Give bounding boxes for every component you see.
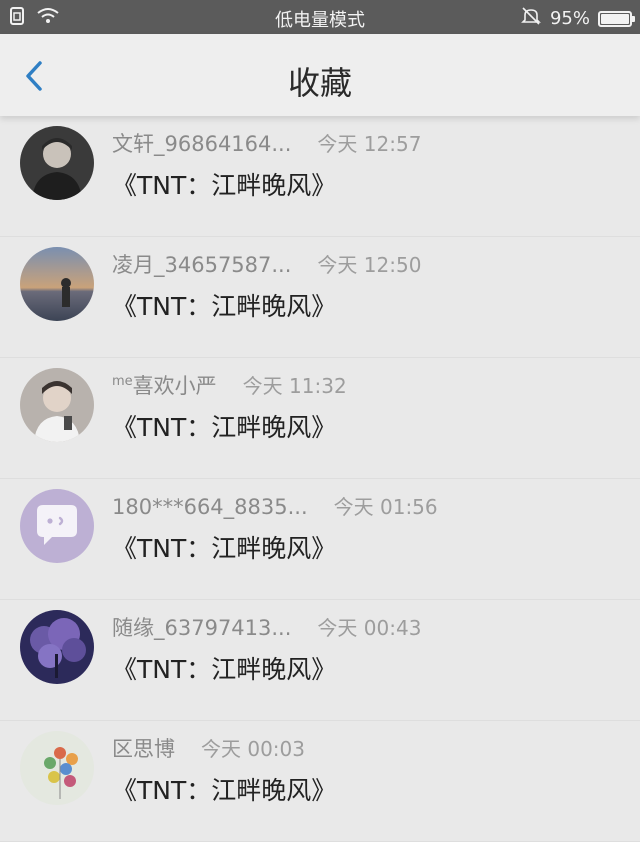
list-item[interactable]: me喜欢小严 今天 11:32 《TNT：江畔晚风》 bbox=[0, 358, 640, 479]
avatar[interactable] bbox=[20, 126, 94, 200]
timestamp: 今天 12:50 bbox=[317, 253, 422, 277]
user-name: 文轩_96864164... bbox=[112, 132, 292, 156]
user-name-text: 喜欢小严 bbox=[132, 374, 217, 398]
meta-row: 区思博 今天 00:03 bbox=[112, 733, 305, 763]
timestamp: 今天 00:03 bbox=[201, 737, 305, 761]
list-item[interactable]: 文轩_96864164... 今天 12:57 《TNT：江畔晚风》 bbox=[0, 116, 640, 237]
bell-muted-icon bbox=[520, 5, 542, 32]
favorite-title: 《TNT：江畔晚风》 bbox=[112, 655, 337, 684]
meta-row: 180***664_8835... 今天 01:56 bbox=[112, 491, 438, 520]
user-name: 180***664_8835... bbox=[112, 495, 308, 519]
battery-icon bbox=[598, 10, 635, 27]
meta-row: me喜欢小严 今天 11:32 bbox=[112, 370, 347, 400]
header: 收藏 bbox=[0, 34, 640, 116]
page-title: 收藏 bbox=[287, 64, 352, 102]
avatar[interactable] bbox=[20, 731, 94, 805]
meta-row: 文轩_96864164... 今天 12:57 bbox=[112, 128, 421, 158]
status-right: 95% bbox=[520, 5, 635, 32]
avatar[interactable] bbox=[20, 368, 94, 442]
favorite-title: 《TNT：江畔晚风》 bbox=[112, 413, 337, 442]
user-name: 随缘_63797413... bbox=[112, 616, 292, 640]
avatar[interactable] bbox=[20, 489, 94, 563]
list-item[interactable]: 180***664_8835... 今天 01:56 《TNT：江畔晚风》 bbox=[0, 479, 640, 600]
favorites-list: 文轩_96864164... 今天 12:57 《TNT：江畔晚风》 凌月_34… bbox=[0, 116, 640, 842]
user-name: me喜欢小严 bbox=[112, 370, 217, 400]
meta-row: 随缘_63797413... 今天 00:43 bbox=[112, 612, 421, 642]
favorite-title: 《TNT：江畔晚风》 bbox=[112, 776, 337, 805]
user-name: 区思博 bbox=[112, 737, 175, 761]
list-item[interactable]: 凌月_34657587... 今天 12:50 《TNT：江畔晚风》 bbox=[0, 237, 640, 358]
favorite-title: 《TNT：江畔晚风》 bbox=[112, 292, 337, 321]
user-name-prefix: me bbox=[112, 374, 133, 389]
battery-percentage: 95% bbox=[549, 8, 590, 29]
user-name: 凌月_34657587... bbox=[112, 253, 292, 277]
timestamp: 今天 00:43 bbox=[317, 616, 422, 640]
timestamp: 今天 01:56 bbox=[333, 495, 438, 519]
meta-row: 凌月_34657587... 今天 12:50 bbox=[112, 249, 421, 279]
timestamp: 今天 12:57 bbox=[317, 132, 422, 156]
list-item[interactable]: 随缘_63797413... 今天 00:43 《TNT：江畔晚风》 bbox=[0, 600, 640, 721]
avatar[interactable] bbox=[20, 610, 94, 684]
list-item[interactable]: 区思博 今天 00:03 《TNT：江畔晚风》 bbox=[0, 721, 640, 842]
status-bar: 低电量模式 95% bbox=[0, 0, 640, 34]
favorite-title: 《TNT：江畔晚风》 bbox=[112, 171, 337, 200]
timestamp: 今天 11:32 bbox=[242, 374, 347, 398]
favorite-title: 《TNT：江畔晚风》 bbox=[112, 534, 337, 563]
avatar[interactable] bbox=[20, 247, 94, 321]
